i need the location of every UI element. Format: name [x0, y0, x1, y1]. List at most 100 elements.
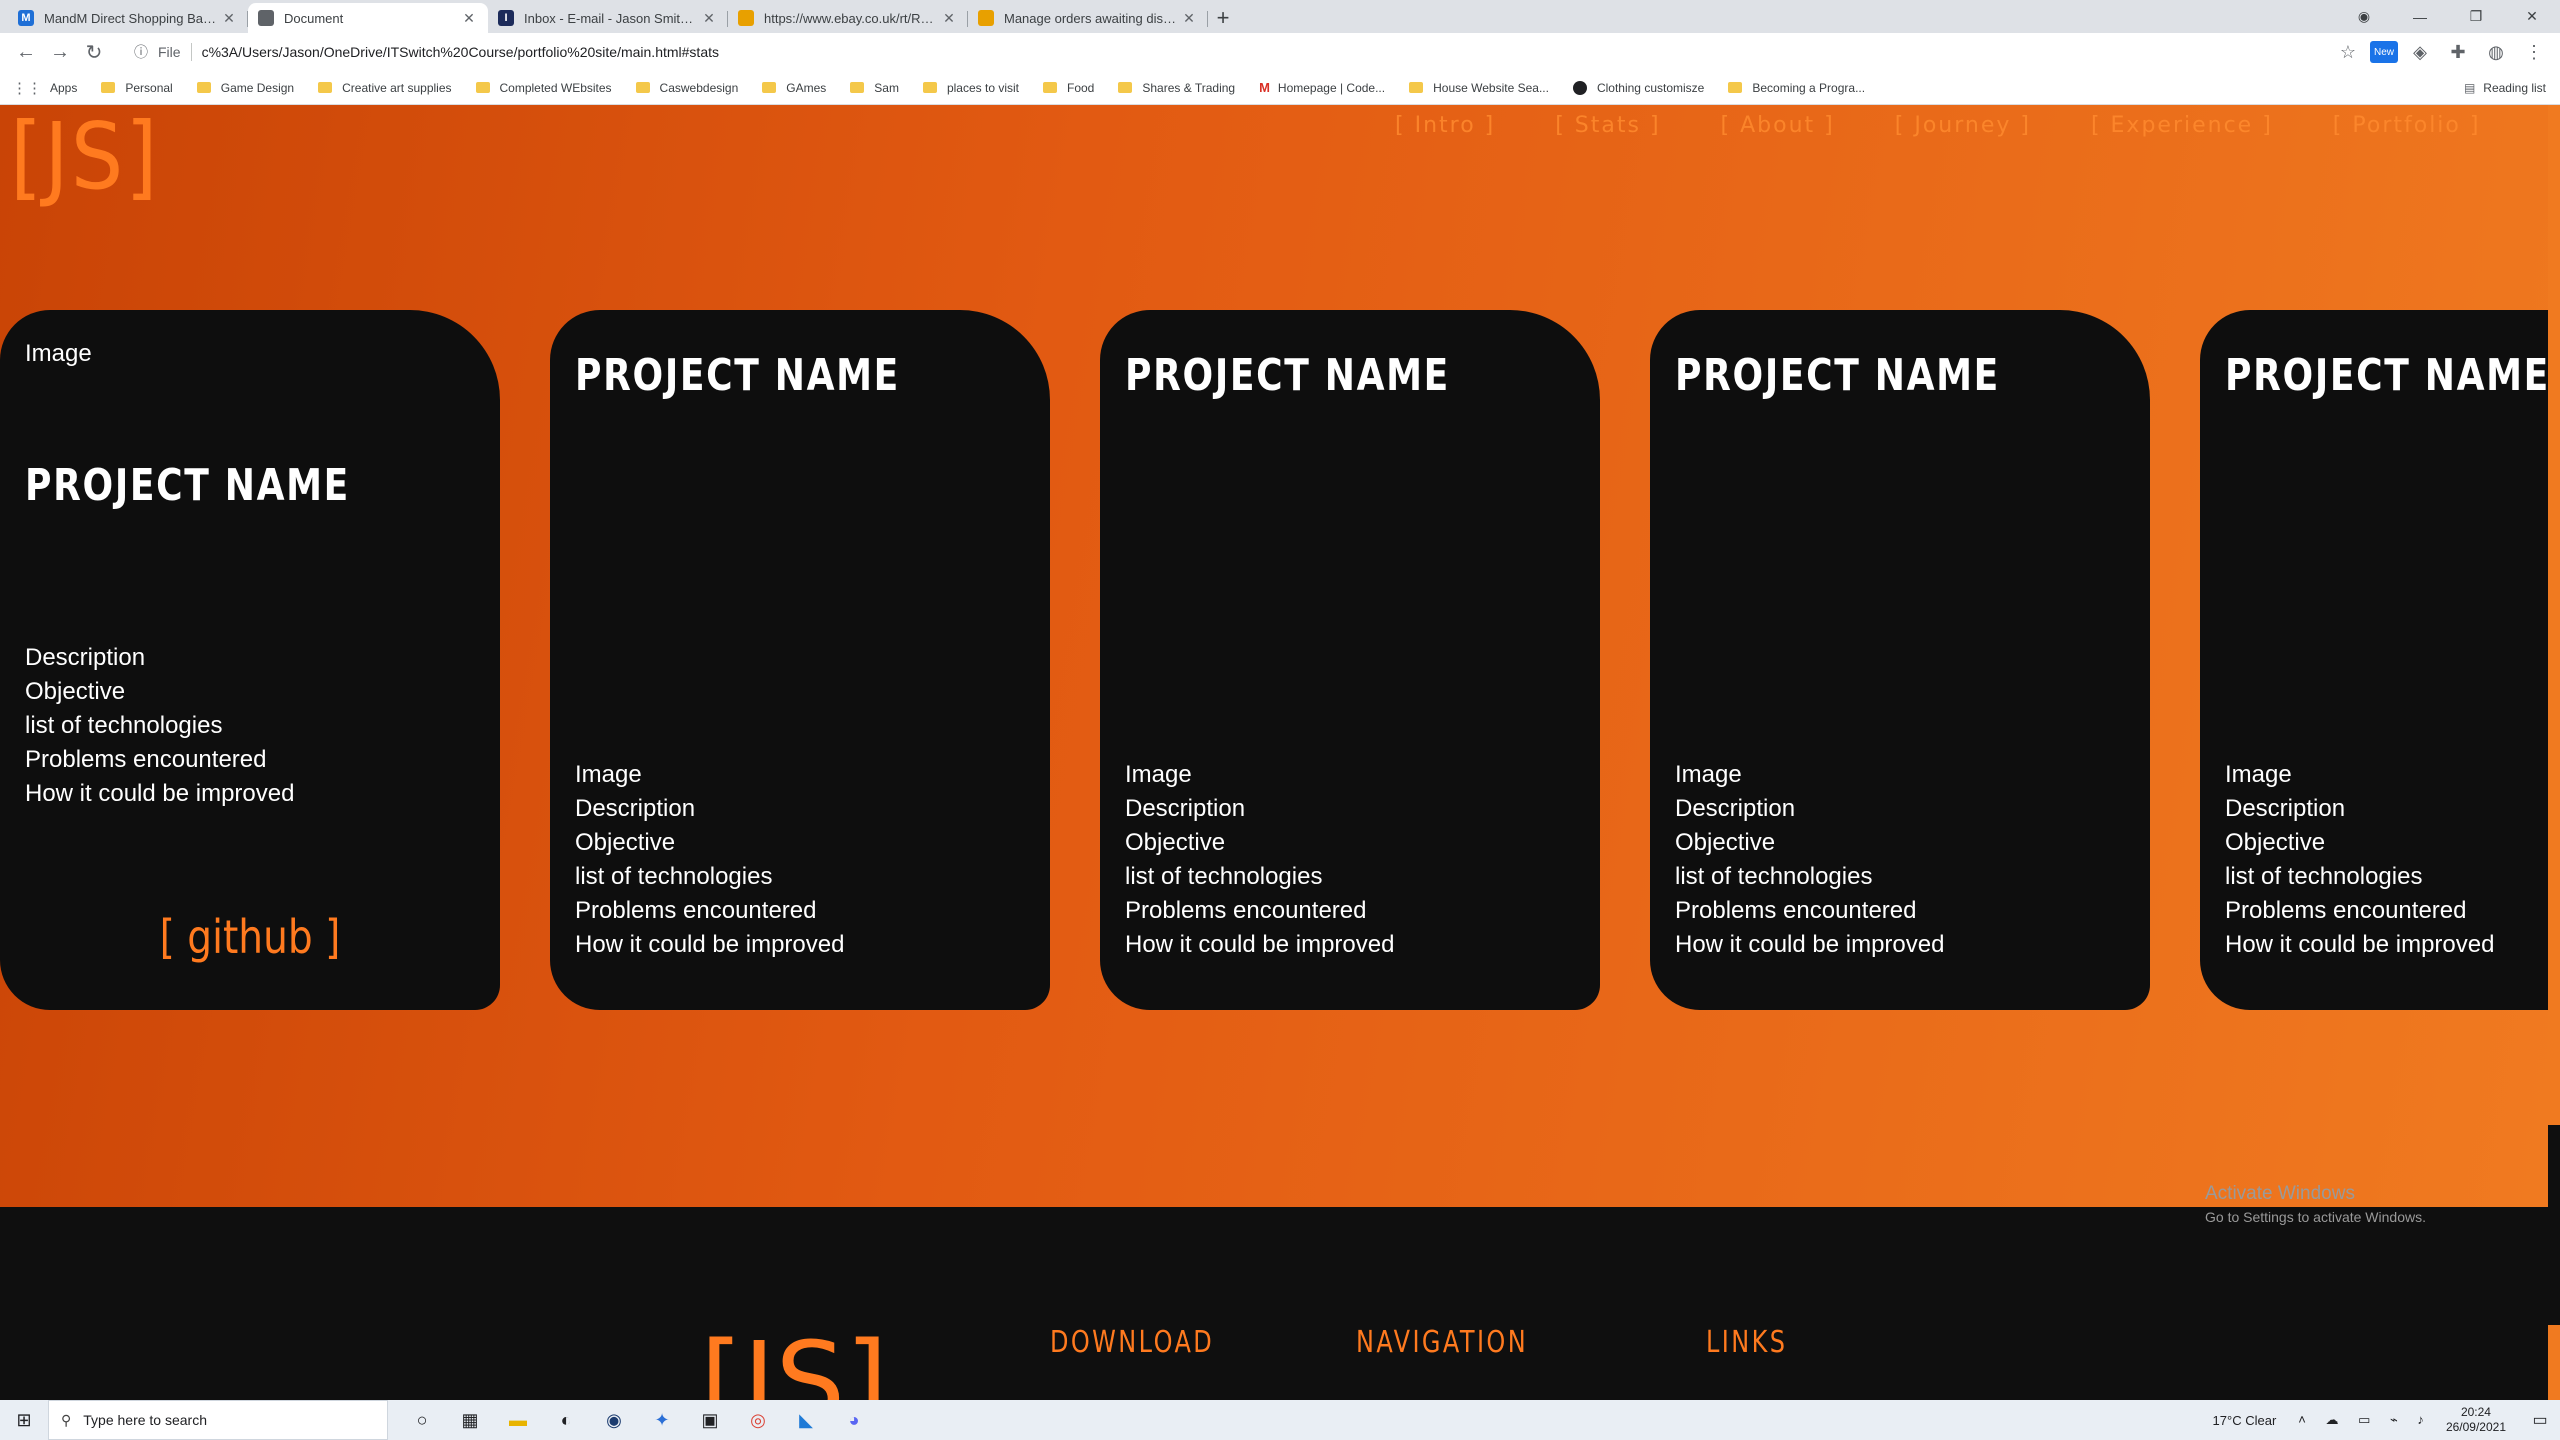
- taskbar-search[interactable]: ⚲ Type here to search: [48, 1400, 388, 1440]
- discord-icon[interactable]: ◕: [830, 1400, 878, 1440]
- project-name: PROJECT NAME: [25, 460, 350, 511]
- project-card: PROJECT NAME Image Description Objective lis…: [550, 310, 1050, 1010]
- app-icon[interactable]: ◐: [542, 1400, 590, 1440]
- bookmark-item[interactable]: Shares & Trading: [1118, 81, 1235, 95]
- nav-link[interactable]: [ Experience ]: [2091, 113, 2273, 138]
- tab-close-icon[interactable]: ✕: [220, 10, 238, 27]
- card-detail-line: list of technologies: [2225, 863, 2423, 890]
- extension-icon[interactable]: ◈: [2404, 38, 2436, 66]
- scrollbar-thumb[interactable]: [2548, 1125, 2560, 1325]
- bookmark-item[interactable]: Becoming a Progra...: [1728, 81, 1865, 95]
- card-details: Image Description Objective list of technol…: [575, 758, 844, 962]
- bookmark-item[interactable]: Caswebdesign: [635, 80, 739, 95]
- forward-icon[interactable]: →: [44, 36, 76, 68]
- profile-avatar-icon[interactable]: ◍: [2480, 38, 2512, 66]
- bookmark-item[interactable]: places to visit: [922, 81, 1019, 95]
- nav-link[interactable]: [ Portfolio ]: [2333, 113, 2481, 138]
- bookmark-item[interactable]: Sam: [850, 81, 899, 95]
- card-details: Image Description Objective list of technol…: [2225, 758, 2494, 962]
- folder-icon: [922, 82, 937, 93]
- menu-kebab-icon[interactable]: ⋮: [2518, 38, 2550, 66]
- tab-close-icon[interactable]: ✕: [940, 10, 958, 27]
- bookmark-label: Game Design: [220, 80, 295, 95]
- search-icon: ⚲: [61, 1411, 72, 1428]
- bookmark-label: Caswebdesign: [659, 80, 739, 95]
- new-tab-button[interactable]: +: [1208, 3, 1238, 33]
- info-icon[interactable]: ⓘ: [134, 42, 148, 62]
- project-card: PROJECT NAME Image Description Objective lis…: [2200, 310, 2560, 1010]
- bookmark-item[interactable]: Personal: [101, 81, 173, 95]
- weather-widget[interactable]: 17°C Clear: [2213, 1413, 2277, 1428]
- page-scrollbar[interactable]: [2548, 105, 2560, 1400]
- bookmark-item[interactable]: House Website Sea...: [1409, 81, 1549, 95]
- folder-icon: [1118, 82, 1133, 93]
- browser-tab[interactable]: I Inbox - E-mail - Jason Smith - M ✕: [488, 3, 728, 33]
- bookmark-label: Apps: [50, 80, 78, 95]
- tray-icons[interactable]: ˄ ☁ ▭ ⌁ ♪: [2298, 1412, 2432, 1428]
- apps-grid-icon: ⋮⋮: [12, 79, 42, 97]
- nav-link[interactable]: [ About ]: [1721, 113, 1835, 138]
- folder-icon: [1043, 82, 1057, 93]
- tab-favicon-icon: [738, 10, 754, 26]
- tab-close-icon[interactable]: ✕: [460, 10, 478, 27]
- card-detail-line: How it could be improved: [2225, 931, 2495, 958]
- browser-tab[interactable]: Document ✕: [248, 3, 488, 33]
- bookmark-item[interactable]: Food: [1043, 81, 1094, 95]
- back-icon[interactable]: ←: [10, 36, 42, 68]
- tab-favicon-icon: I: [498, 10, 514, 26]
- browser-tab[interactable]: Manage orders awaiting dispatch ✕: [968, 3, 1208, 33]
- address-bar[interactable]: ⓘ File c%3A/Users/Jason/OneDrive/ITSwitc…: [122, 37, 2322, 67]
- card-detail-line: list of technologies: [1675, 863, 1873, 890]
- reload-icon[interactable]: ↻: [78, 36, 110, 68]
- terminal-icon[interactable]: ▣: [686, 1400, 734, 1440]
- tab-close-icon[interactable]: ✕: [700, 10, 718, 27]
- windows-start-icon[interactable]: ⊞: [0, 1400, 48, 1440]
- tab-close-icon[interactable]: ✕: [1180, 10, 1198, 27]
- browser-tab[interactable]: https://www.ebay.co.uk/rt/Return ✕: [728, 3, 968, 33]
- bookmark-item[interactable]: Completed WEbsites: [475, 80, 612, 95]
- vpn-icon[interactable]: ✦: [638, 1400, 686, 1440]
- nav-link[interactable]: [ Stats ]: [1555, 113, 1660, 138]
- toolbar-icons: ☆ New ◈ ✚ ◍ ⋮: [2332, 38, 2550, 66]
- bookmark-item[interactable]: M Homepage | Code...: [1259, 80, 1385, 95]
- bookmark-item[interactable]: ⋮⋮ Apps: [12, 79, 77, 97]
- bookmark-item[interactable]: GAmes: [762, 81, 826, 95]
- reading-list-icon: ▤: [2463, 81, 2476, 95]
- taskbar-clock[interactable]: 20:24 26/09/2021: [2446, 1405, 2506, 1435]
- bookmark-star-icon[interactable]: ☆: [2332, 38, 2364, 66]
- bookmark-item[interactable]: Creative art supplies: [318, 81, 452, 95]
- card-image-label: Image: [25, 340, 92, 367]
- chrome-icon[interactable]: ◎: [734, 1400, 782, 1440]
- bookmark-item[interactable]: Game Design: [196, 80, 295, 95]
- site-logo[interactable]: [JS]: [10, 111, 160, 203]
- notification-icon[interactable]: ▭: [2520, 1410, 2560, 1430]
- reading-list-button[interactable]: ▤ Reading list: [2464, 71, 2546, 105]
- footer: [JS] DOWNLOAD NAVIGATION LINKS: [0, 1207, 2548, 1400]
- close-window-button[interactable]: ✕: [2504, 8, 2560, 25]
- profile-icon[interactable]: ◉: [2336, 8, 2392, 25]
- card-detail-line: Objective: [2225, 829, 2326, 856]
- bookmarks-bar: ⋮⋮ Apps Personal Game Design Creative art su…: [0, 71, 2560, 105]
- bookmark-label: Completed WEbsites: [499, 80, 612, 95]
- nav-link[interactable]: [ Intro ]: [1395, 113, 1495, 138]
- task-view-icon[interactable]: ▦: [446, 1400, 494, 1440]
- github-link[interactable]: [ github ]: [38, 910, 463, 964]
- page-viewport: [JS] [ Intro ] [ Stats ] [ About ] [ Journe…: [0, 105, 2560, 1400]
- bookmark-item[interactable]: Clothing customisze: [1572, 80, 1704, 95]
- extension-new-icon[interactable]: New: [2370, 41, 2398, 63]
- restore-button[interactable]: ❐: [2448, 8, 2504, 25]
- footer-logo[interactable]: [JS]: [700, 1327, 888, 1400]
- puzzle-extensions-icon[interactable]: ✚: [2442, 38, 2474, 66]
- bookmark-label: Food: [1067, 80, 1095, 95]
- card-detail-line: list of technologies: [25, 712, 223, 739]
- file-explorer-icon[interactable]: ▬: [494, 1400, 542, 1440]
- activate-title: Activate Windows: [2205, 1183, 2355, 1204]
- browser-tab[interactable]: M MandM Direct Shopping Basket ✕: [8, 3, 248, 33]
- nav-link[interactable]: [ Journey ]: [1895, 113, 2031, 138]
- bookmark-label: Homepage | Code...: [1277, 80, 1386, 95]
- steam-icon[interactable]: ◉: [590, 1400, 638, 1440]
- address-url[interactable]: c%3A/Users/Jason/OneDrive/ITSwitch%20Cou…: [202, 44, 719, 60]
- vscode-icon[interactable]: ◣: [782, 1400, 830, 1440]
- cortana-icon[interactable]: ○: [398, 1400, 446, 1440]
- minimize-button[interactable]: —: [2392, 9, 2448, 25]
